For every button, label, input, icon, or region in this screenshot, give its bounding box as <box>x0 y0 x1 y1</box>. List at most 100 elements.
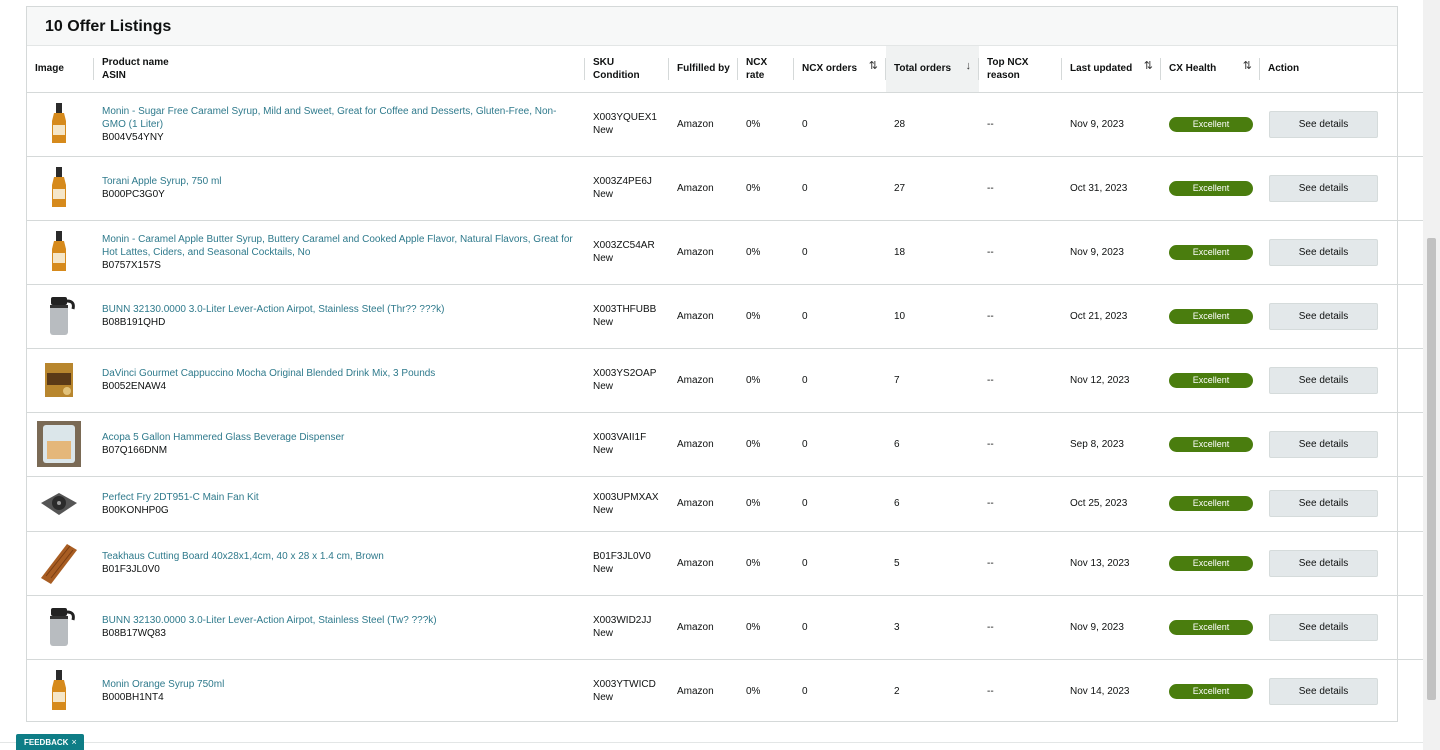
last-updated-value: Nov 12, 2023 <box>1070 374 1130 386</box>
last-updated-value: Oct 25, 2023 <box>1070 498 1128 509</box>
last-updated-value: Oct 31, 2023 <box>1070 182 1128 194</box>
airpot-icon[interactable] <box>37 604 81 650</box>
total-orders-value: 10 <box>894 310 906 322</box>
see-details-button[interactable]: See details <box>1269 430 1378 458</box>
see-details-button[interactable]: See details <box>1269 174 1378 202</box>
syrup-bottle-icon[interactable] <box>37 165 81 211</box>
table-row: Acopa 5 Gallon Hammered Glass Beverage D… <box>27 412 1440 476</box>
divider <box>0 742 1423 743</box>
condition-value: New <box>593 317 614 328</box>
cx-health-badge: Excellent <box>1169 244 1253 260</box>
product-asin: B000PC3G0Y <box>102 189 165 200</box>
sku-cell: X003ZC54AR New <box>585 220 669 284</box>
sku-cell: B01F3JL0V0 New <box>585 531 669 595</box>
product-name-link[interactable]: BUNN 32130.0000 3.0-Liter Lever-Action A… <box>102 614 577 627</box>
product-name-link[interactable]: BUNN 32130.0000 3.0-Liter Lever-Action A… <box>102 303 577 316</box>
column-header-cx-health[interactable]: CX Health ⇅ <box>1161 46 1260 92</box>
column-header-top-ncx-reason: Top NCX reason <box>979 46 1062 92</box>
condition-value: New <box>593 125 614 136</box>
vertical-scrollbar[interactable] <box>1423 0 1440 750</box>
product-name-link[interactable]: Monin Orange Syrup 750ml <box>102 678 577 691</box>
ncx-rate-value: 0% <box>746 310 761 322</box>
ncx-rate-value: 0% <box>746 246 761 258</box>
column-header-last-updated[interactable]: Last updated ⇅ <box>1062 46 1161 92</box>
top-ncx-reason-value: -- <box>987 374 994 386</box>
total-orders-value: 28 <box>894 118 906 130</box>
last-updated-value: Nov 13, 2023 <box>1070 557 1130 569</box>
sku-value: X003YS2OAP <box>593 368 657 379</box>
product-name-link[interactable]: Monin - Caramel Apple Butter Syrup, Butt… <box>102 233 577 259</box>
product-cell: Monin Orange Syrup 750ml B000BH1NT4 <box>94 659 585 723</box>
syrup-bottle-icon[interactable] <box>37 229 81 275</box>
airpot-icon[interactable] <box>37 293 81 339</box>
condition-value: New <box>593 189 614 200</box>
ncx-orders-value: 0 <box>802 685 808 697</box>
top-ncx-reason-value: -- <box>987 557 994 569</box>
cx-health-badge: Excellent <box>1169 436 1253 452</box>
sku-value: X003ZC54AR <box>593 240 655 251</box>
table-row: Torani Apple Syrup, 750 ml B000PC3G0Y X0… <box>27 156 1440 220</box>
action-cell: See details <box>1260 220 1378 284</box>
top-ncx-reason-value: -- <box>987 498 994 509</box>
sort-icon[interactable]: ⇅ <box>1243 60 1252 73</box>
cx-health-cell: Excellent <box>1161 284 1260 348</box>
sort-descending-icon[interactable]: ↓ <box>966 60 972 73</box>
total-orders-value: 27 <box>894 182 906 194</box>
column-header-ncx-rate: NCX rate <box>738 46 794 92</box>
see-details-button[interactable]: See details <box>1269 238 1378 266</box>
product-image-cell <box>27 284 94 348</box>
table-row: Monin - Sugar Free Caramel Syrup, Mild a… <box>27 92 1440 156</box>
column-header-total-orders[interactable]: Total orders ↓ <box>886 46 979 92</box>
feedback-button[interactable]: FEEDBACK × <box>16 734 84 750</box>
close-icon[interactable]: × <box>71 737 76 747</box>
syrup-bottle-icon[interactable] <box>37 668 81 714</box>
syrup-bottle-icon[interactable] <box>37 101 81 147</box>
column-header-image: Image <box>27 46 94 92</box>
sort-icon[interactable]: ⇅ <box>869 60 878 73</box>
product-cell: BUNN 32130.0000 3.0-Liter Lever-Action A… <box>94 284 585 348</box>
product-name-link[interactable]: Perfect Fry 2DT951-C Main Fan Kit <box>102 491 577 504</box>
sort-icon[interactable]: ⇅ <box>1144 60 1153 73</box>
fulfilled-by-value: Amazon <box>677 246 714 258</box>
product-asin: B000BH1NT4 <box>102 692 164 704</box>
product-name-link[interactable]: Teakhaus Cutting Board 40x28x1,4cm, 40 x… <box>102 550 577 563</box>
see-details-button[interactable]: See details <box>1269 366 1378 394</box>
table-row: BUNN 32130.0000 3.0-Liter Lever-Action A… <box>27 595 1440 659</box>
product-image-cell <box>27 531 94 595</box>
action-cell: See details <box>1260 659 1378 723</box>
product-name-link[interactable]: DaVinci Gourmet Cappuccino Mocha Origina… <box>102 367 577 380</box>
product-image-cell <box>27 156 94 220</box>
condition-value: New <box>593 628 614 639</box>
product-name-link[interactable]: Acopa 5 Gallon Hammered Glass Beverage D… <box>102 431 577 444</box>
cx-health-cell: Excellent <box>1161 92 1260 156</box>
fan-kit-icon[interactable] <box>37 481 81 527</box>
total-orders-value: 7 <box>894 374 900 386</box>
see-details-button[interactable]: See details <box>1269 677 1378 705</box>
see-details-button[interactable]: See details <box>1269 549 1378 577</box>
see-details-button[interactable]: See details <box>1269 302 1378 330</box>
cx-health-cell: Excellent <box>1161 412 1260 476</box>
product-name-link[interactable]: Torani Apple Syrup, 750 ml <box>102 175 577 188</box>
product-image-cell <box>27 348 94 412</box>
sku-cell: X003VAII1F New <box>585 412 669 476</box>
see-details-button[interactable]: See details <box>1269 613 1378 641</box>
column-header-ncx-orders[interactable]: NCX orders ⇅ <box>794 46 886 92</box>
cutting-board-icon[interactable] <box>37 540 81 586</box>
see-details-button[interactable]: See details <box>1269 490 1378 517</box>
action-cell: See details <box>1260 595 1378 659</box>
ncx-orders-value: 0 <box>802 557 808 569</box>
scrollbar-thumb[interactable] <box>1427 238 1436 700</box>
cx-health-badge: Excellent <box>1169 683 1253 699</box>
column-header-product: Product name ASIN <box>94 46 585 92</box>
product-asin: B07Q166DNM <box>102 445 168 456</box>
beverage-dispenser-icon[interactable] <box>37 421 81 467</box>
ncx-rate-value: 0% <box>746 685 761 697</box>
condition-value: New <box>593 381 614 392</box>
see-details-button[interactable]: See details <box>1269 110 1378 138</box>
product-asin: B004V54YNY <box>102 131 164 143</box>
fulfilled-by-value: Amazon <box>677 621 714 633</box>
product-cell: DaVinci Gourmet Cappuccino Mocha Origina… <box>94 348 585 412</box>
total-orders-value: 5 <box>894 557 900 569</box>
product-name-link[interactable]: Monin - Sugar Free Caramel Syrup, Mild a… <box>102 105 577 131</box>
drink-mix-bag-icon[interactable] <box>37 357 81 403</box>
